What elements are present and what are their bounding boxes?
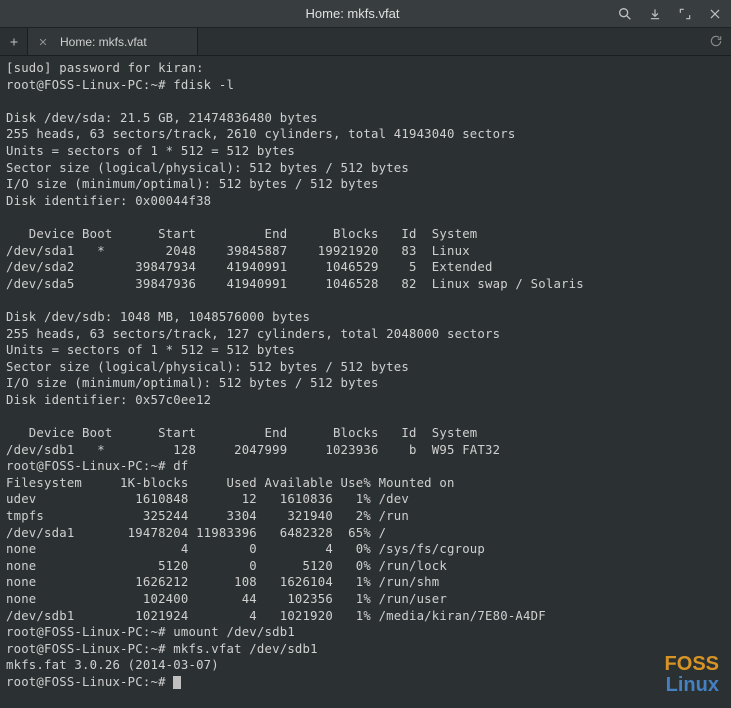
terminal-line: Units = sectors of 1 * 512 = 512 bytes: [6, 342, 725, 359]
terminal-line: none 1626212 108 1626104 1% /run/shm: [6, 574, 725, 591]
terminal-line: [6, 93, 725, 110]
terminal-line: Disk identifier: 0x57c0ee12: [6, 392, 725, 409]
new-tab-button[interactable]: [0, 28, 28, 55]
terminal-line: Units = sectors of 1 * 512 = 512 bytes: [6, 143, 725, 160]
terminal-line: /dev/sda5 39847936 41940991 1046528 82 L…: [6, 276, 725, 293]
tab-bar: Home: mkfs.vfat: [0, 28, 731, 56]
terminal-line: 255 heads, 63 sectors/track, 2610 cylind…: [6, 126, 725, 143]
close-icon[interactable]: [707, 6, 723, 22]
tab-label: Home: mkfs.vfat: [60, 35, 147, 49]
window-title: Home: mkfs.vfat: [88, 6, 617, 21]
terminal-line: /dev/sdb1 1021924 4 1021920 1% /media/ki…: [6, 608, 725, 625]
terminal-line: [6, 408, 725, 425]
tab-active[interactable]: Home: mkfs.vfat: [28, 28, 198, 55]
terminal-cursor: [173, 676, 181, 689]
terminal-line: Device Boot Start End Blocks Id System: [6, 226, 725, 243]
terminal-line: Sector size (logical/physical): 512 byte…: [6, 359, 725, 376]
terminal-line: Device Boot Start End Blocks Id System: [6, 425, 725, 442]
terminal-line: /dev/sdb1 * 128 2047999 1023936 b W95 FA…: [6, 442, 725, 459]
search-icon[interactable]: [617, 6, 633, 22]
terminal-line: /dev/sda2 39847934 41940991 1046529 5 Ex…: [6, 259, 725, 276]
terminal-line: root@FOSS-Linux-PC:~#: [6, 674, 725, 691]
terminal-line: Disk identifier: 0x00044f38: [6, 193, 725, 210]
terminal-line: none 102400 44 102356 1% /run/user: [6, 591, 725, 608]
terminal-line: I/O size (minimum/optimal): 512 bytes / …: [6, 375, 725, 392]
terminal-line: /dev/sda1 * 2048 39845887 19921920 83 Li…: [6, 243, 725, 260]
terminal-line: /dev/sda1 19478204 11983396 6482328 65% …: [6, 525, 725, 542]
terminal-line: 255 heads, 63 sectors/track, 127 cylinde…: [6, 326, 725, 343]
terminal-line: Disk /dev/sda: 21.5 GB, 21474836480 byte…: [6, 110, 725, 127]
terminal-line: udev 1610848 12 1610836 1% /dev: [6, 491, 725, 508]
terminal-line: root@FOSS-Linux-PC:~# df: [6, 458, 725, 475]
terminal-line: [sudo] password for kiran:: [6, 60, 725, 77]
terminal-line: mkfs.fat 3.0.26 (2014-03-07): [6, 657, 725, 674]
terminal-line: [6, 292, 725, 309]
tab-close-icon[interactable]: [36, 35, 50, 49]
maximize-icon[interactable]: [677, 6, 693, 22]
terminal-line: Disk /dev/sdb: 1048 MB, 1048576000 bytes: [6, 309, 725, 326]
terminal-line: tmpfs 325244 3304 321940 2% /run: [6, 508, 725, 525]
terminal-output[interactable]: [sudo] password for kiran:root@FOSS-Linu…: [0, 56, 731, 695]
terminal-line: root@FOSS-Linux-PC:~# umount /dev/sdb1: [6, 624, 725, 641]
terminal-line: I/O size (minimum/optimal): 512 bytes / …: [6, 176, 725, 193]
download-icon[interactable]: [647, 6, 663, 22]
terminal-line: Filesystem 1K-blocks Used Available Use%…: [6, 475, 725, 492]
terminal-line: none 4 0 4 0% /sys/fs/cgroup: [6, 541, 725, 558]
terminal-line: [6, 209, 725, 226]
window-titlebar: Home: mkfs.vfat: [0, 0, 731, 28]
watermark-line2: Linux: [665, 675, 719, 696]
refresh-icon[interactable]: [709, 34, 723, 51]
watermark-logo: FOSS Linux: [665, 654, 719, 696]
watermark-line1: FOSS: [665, 654, 719, 675]
terminal-line: root@FOSS-Linux-PC:~# mkfs.vfat /dev/sdb…: [6, 641, 725, 658]
terminal-line: root@FOSS-Linux-PC:~# fdisk -l: [6, 77, 725, 94]
terminal-line: Sector size (logical/physical): 512 byte…: [6, 160, 725, 177]
terminal-line: none 5120 0 5120 0% /run/lock: [6, 558, 725, 575]
